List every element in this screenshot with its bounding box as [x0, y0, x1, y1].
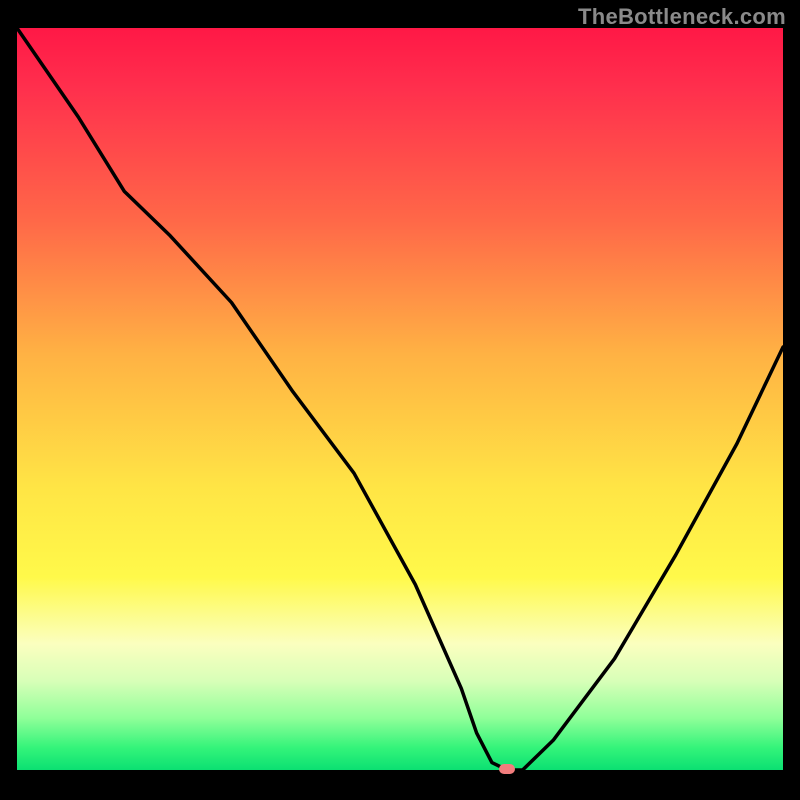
chart-curve-path — [17, 28, 783, 770]
chart-minimum-marker — [499, 764, 515, 774]
chart-frame: TheBottleneck.com — [0, 0, 800, 800]
watermark-text: TheBottleneck.com — [578, 4, 786, 30]
chart-curve — [17, 28, 783, 770]
